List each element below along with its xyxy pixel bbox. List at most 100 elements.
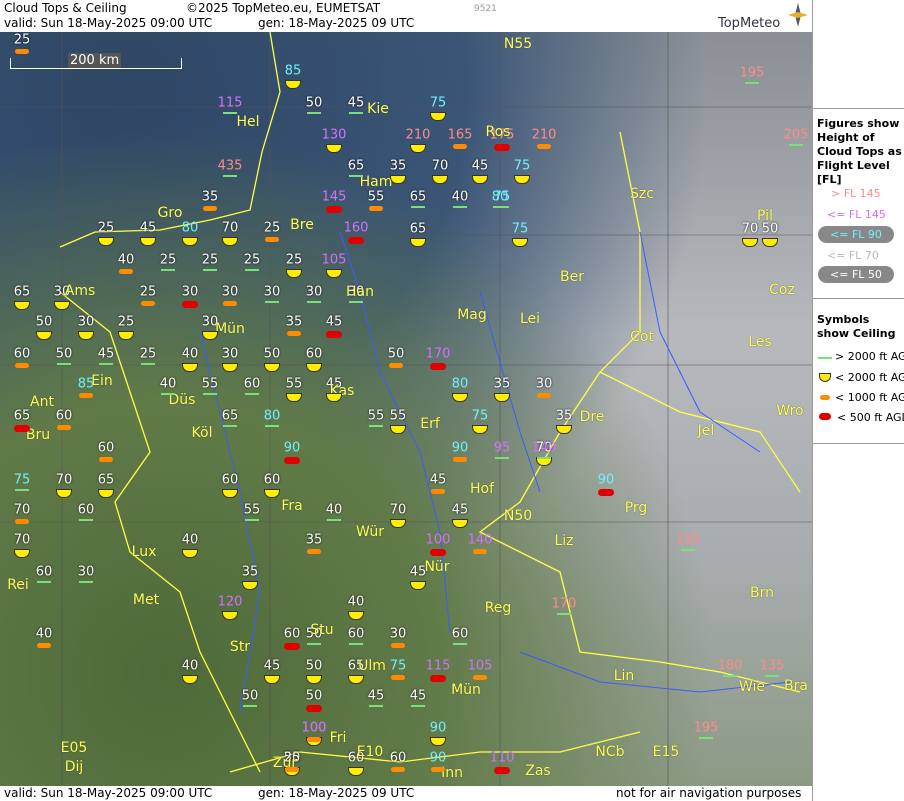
footer-gen: gen: 18-May-2025 09 UTC [258, 786, 415, 800]
map-title: Cloud Tops & Ceiling [4, 1, 127, 15]
ceiling-below-1000-icon [287, 331, 301, 336]
cloud-top-value: 35 [493, 376, 511, 392]
ceiling-above-2000-icon [223, 175, 237, 177]
cloud-top-value: 435 [217, 158, 243, 174]
gen-time: gen: 18-May-2025 09 UTC [258, 16, 415, 30]
ceiling-below-500-icon [14, 425, 30, 432]
satellite-map[interactable]: 200 km 25 115 50 45 75 85 130 210 165 175 210 205 43… [0, 32, 812, 786]
city-label: Fra [281, 498, 303, 514]
cloud-top-value: 90 [451, 440, 469, 456]
cloud-top-value: 145 [321, 189, 347, 205]
cloud-top-value: 210 [405, 127, 431, 143]
ceiling-above-2000-icon [495, 457, 509, 459]
cloud-top-value: 35 [241, 564, 259, 580]
city-label: Jel [697, 423, 715, 439]
cloud-top-value: 60 [13, 346, 31, 362]
legend-panel: Figures show Height of Cloud Tops as Fli… [812, 0, 904, 801]
figures-legend: Figures show Height of Cloud Tops as Fli… [813, 108, 904, 299]
ceiling-above-2000-icon [349, 112, 363, 114]
cloud-top-value: 75 [429, 95, 447, 111]
cloud-top-value: 60 [263, 472, 281, 488]
scale-label: 200 km [68, 53, 122, 68]
city-label: Nür [424, 559, 450, 575]
cloud-top-value: 35 [305, 532, 323, 548]
ceiling-above-2000-icon [37, 581, 51, 583]
ceiling-above-2000-icon [349, 175, 363, 177]
ceiling-above-2000-icon [723, 675, 737, 677]
legend-le-70: <= FL 70 [827, 249, 879, 262]
cloud-top-value: 170 [551, 596, 577, 612]
city-label: Ein [91, 373, 113, 389]
cloud-top-value: 50 [305, 658, 323, 674]
city-label: Ams [64, 283, 96, 299]
ceiling-above-2000-icon [203, 393, 217, 395]
cloud-top-value: 30 [305, 284, 323, 300]
cloud-top-value: 50 [387, 346, 405, 362]
ceiling-below-1000-icon [285, 767, 299, 772]
ceiling-below-1000-icon [265, 237, 279, 242]
city-label: Szc [630, 186, 654, 202]
city-label: Lux [131, 544, 157, 560]
cloud-top-value: 25 [139, 284, 157, 300]
cloud-top-value: 70 [13, 502, 31, 518]
cloud-top-value: 120 [217, 594, 243, 610]
cloud-top-value: 70 [221, 220, 239, 236]
cloud-top-value: 100 [425, 532, 451, 548]
product-code: 9521 [474, 4, 497, 14]
ceiling-below-500-icon [326, 331, 342, 338]
city-label: Mün [451, 682, 481, 698]
ceiling-below-1000-icon [119, 269, 133, 274]
city-label: Rei [7, 577, 29, 593]
city-label: Erf [420, 416, 440, 432]
ceiling-above-2000-icon [327, 519, 341, 521]
cloud-top-value: 140 [467, 532, 493, 548]
cloud-top-value: 60 [55, 408, 73, 424]
cloud-top-value: 25 [285, 252, 303, 268]
cloud-top-value: 50 [305, 688, 323, 704]
ceiling-below-1000-icon [15, 49, 29, 54]
cloud-top-value: 45 [325, 314, 343, 330]
ceiling-below-500-icon [430, 363, 446, 370]
ceiling-above-2000-icon [411, 705, 425, 707]
city-label: Hof [469, 481, 495, 497]
legend-ceiling-high: > 2000 ft AGL [835, 350, 904, 363]
ceiling-above-2000-icon [681, 549, 695, 551]
city-label: Wür [356, 524, 384, 540]
cloud-top-value: 30 [389, 626, 407, 642]
ceiling-below-500-icon [430, 549, 446, 556]
footer-note: not for air navigation purposes [616, 786, 802, 800]
ceiling-below-500-icon [348, 237, 364, 244]
ceiling-below-1000-icon [453, 144, 467, 149]
city-label: Ros [485, 124, 511, 140]
ceiling-below-1000-icon [15, 519, 29, 524]
ceiling-below-1000-icon [141, 301, 155, 306]
city-label: Ham [359, 174, 393, 190]
city-label: Met [132, 592, 160, 608]
cloud-top-value: 55 [389, 408, 407, 424]
cloud-top-value: 100 [301, 720, 327, 736]
cloud-top-value: 60 [451, 626, 469, 642]
cloud-top-value: 70 [55, 472, 73, 488]
cloud-top-value: 50 [35, 314, 53, 330]
city-label: N55 [503, 36, 533, 52]
ceiling-above-2000-icon [789, 144, 803, 146]
cloud-top-value: 50 [241, 688, 259, 704]
cloud-top-value: 170 [425, 346, 451, 362]
ceiling-above-2000-icon [245, 393, 259, 395]
ceiling-above-2000-icon [57, 363, 71, 365]
ceiling-below-500-icon [284, 457, 300, 464]
cloud-top-value: 45 [97, 346, 115, 362]
ceiling-above-2000-icon [699, 737, 713, 739]
cloud-top-value: 40 [181, 532, 199, 548]
cloud-top-value: 65 [221, 408, 239, 424]
city-label: Bre [290, 217, 314, 233]
symbols-legend: Symbols show Ceiling > 2000 ft AGL < 200… [813, 298, 904, 444]
ceiling-below-500-icon [494, 767, 510, 774]
ceiling-above-2000-icon [307, 643, 321, 645]
ceiling-above-2000-icon [411, 206, 425, 208]
cloud-top-value: 195 [739, 65, 765, 81]
ceiling-below-1000-icon [431, 489, 445, 494]
cloud-top-value: 80 [451, 376, 469, 392]
legend-ceiling-low-icon [819, 373, 831, 382]
city-label: Str [229, 639, 251, 655]
